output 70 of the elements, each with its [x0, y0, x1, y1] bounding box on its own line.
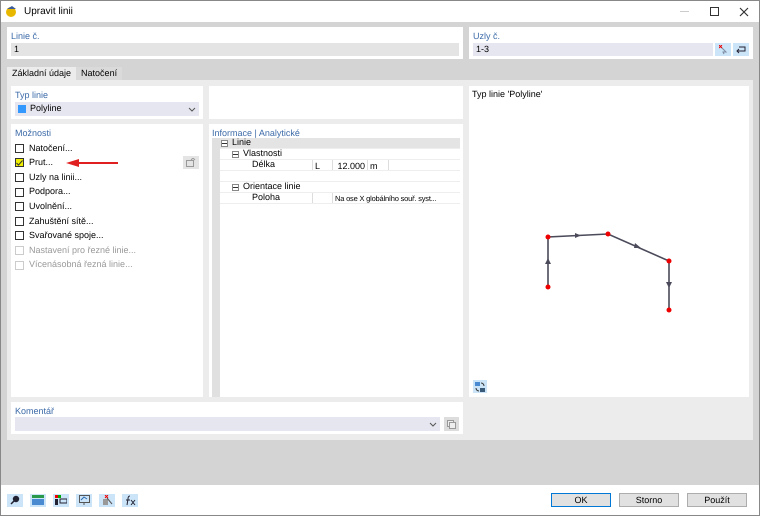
function-icon	[124, 494, 136, 506]
comment-field[interactable]	[15, 417, 440, 431]
app-icon	[5, 5, 18, 18]
checkbox[interactable]	[15, 231, 24, 240]
view-button[interactable]	[473, 380, 487, 393]
tab[interactable]: Základní údaje	[7, 67, 76, 80]
line-type-dropdown[interactable]: Polyline	[15, 102, 199, 116]
checkbox[interactable]	[15, 202, 24, 212]
close-icon[interactable]	[739, 6, 749, 16]
option-label: Prut...	[29, 156, 54, 170]
checkbox[interactable]	[15, 216, 24, 226]
edit-button[interactable]	[183, 156, 199, 170]
cursor-icon	[718, 44, 728, 54]
copy-icon	[186, 158, 196, 168]
tree-label: Poloha	[252, 191, 280, 204]
unit-cell: m	[370, 161, 378, 171]
nodes-field[interactable]: 1-3	[473, 43, 713, 56]
option-label: Vícenásobná řezná linie...	[29, 258, 133, 272]
checkbox[interactable]	[15, 158, 24, 168]
option-label: Uvolnění...	[29, 200, 72, 213]
window-title: Upravit linii	[24, 5, 73, 19]
tree-label: Délka	[252, 158, 276, 172]
colors-button[interactable]	[53, 494, 69, 506]
display-button[interactable]	[76, 494, 92, 506]
copy-icon	[447, 420, 456, 428]
return-button[interactable]	[733, 43, 749, 56]
line-number-field[interactable]: 1	[11, 43, 459, 56]
dialog-button[interactable]: Storno	[619, 493, 679, 507]
dialog-button[interactable]: OK	[551, 493, 611, 507]
cursor-icon	[102, 495, 112, 505]
option-label: Zahuštění sítě...	[29, 214, 94, 228]
help-button[interactable]	[7, 494, 23, 506]
palette-icon	[55, 495, 67, 505]
swap-icon	[475, 382, 485, 392]
tree-label: Linie	[232, 138, 252, 150]
chevron-icon	[429, 422, 437, 426]
field-label: Typ linie	[15, 89, 50, 102]
collapse-icon[interactable]	[232, 184, 239, 190]
table-icon	[32, 495, 44, 505]
tree-label: Vlastnosti	[243, 147, 282, 160]
tree-label: Orientace linie	[243, 180, 301, 194]
tab[interactable]: Natočení	[76, 67, 122, 80]
return-arrow-icon	[736, 46, 746, 54]
select-button[interactable]	[99, 494, 115, 506]
panel-title: Informace | Analytické	[212, 127, 301, 138]
preview-title: Typ linie 'Polyline'	[472, 88, 542, 101]
collapse-icon[interactable]	[232, 150, 239, 158]
field-label: Uzly č.	[473, 30, 501, 43]
option-label: Natočení...	[29, 142, 73, 155]
collapse-icon[interactable]	[221, 140, 228, 146]
option-label: Podpora...	[29, 185, 71, 198]
arrow-annotation	[66, 158, 118, 167]
symbol-cell: L	[315, 161, 320, 171]
option-label: Nastavení pro řezné linie...	[29, 244, 136, 257]
checkbox[interactable]	[15, 144, 24, 153]
chevron-icon	[188, 106, 196, 112]
dialog-button[interactable]: Použít	[687, 493, 747, 507]
monitor-icon	[78, 495, 90, 505]
magnifier-icon	[10, 495, 20, 505]
panel-title: Možnosti	[15, 127, 52, 140]
field-label: Linie č.	[11, 30, 41, 43]
formula-button[interactable]	[122, 494, 138, 506]
checkbox[interactable]	[15, 172, 24, 182]
value-cell: 12.000	[337, 161, 365, 171]
units-button[interactable]	[30, 494, 46, 506]
line-type-value: Polyline	[30, 102, 62, 116]
field-label: Komentář	[15, 405, 56, 417]
checkbox[interactable]	[15, 188, 24, 197]
option-label: Uzly na linii...	[29, 170, 82, 184]
option-label: Svařované spoje...	[29, 229, 104, 242]
